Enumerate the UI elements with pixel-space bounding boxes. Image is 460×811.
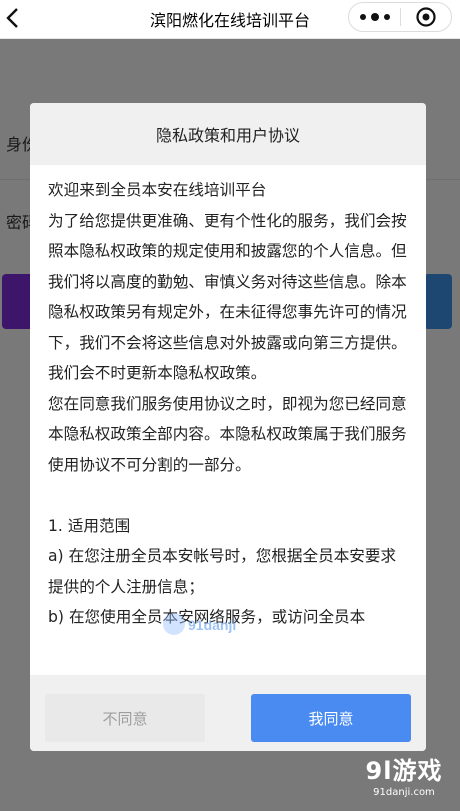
paragraph-welcome: 欢迎来到全员本安在线培训平台 <box>48 181 267 199</box>
paragraph-intro: 为了给您提供更准确、更有个性化的服务，我们会按照本隐私权政策的规定使用和披露您的… <box>48 211 407 383</box>
menu-capsule <box>348 2 452 32</box>
paragraph-blank <box>48 480 408 511</box>
dialog-footer: 不同意 我同意 <box>30 675 426 751</box>
chevron-left-icon <box>6 8 18 28</box>
dialog-header: 隐私政策和用户协议 <box>30 103 426 165</box>
site-watermark: 9l游戏 91danji.com <box>352 756 456 808</box>
agree-button[interactable]: 我同意 <box>251 694 411 742</box>
more-dots-icon <box>359 13 390 21</box>
dialog-content[interactable]: 欢迎来到全员本安在线培训平台 为了给您提供更准确、更有个性化的服务，我们会按照本… <box>48 175 408 677</box>
target-circle-icon <box>416 7 436 27</box>
watermark-logo: 91danji <box>160 610 260 640</box>
back-button[interactable] <box>2 3 24 33</box>
page-title: 滨阳燃化在线培训平台 <box>149 11 310 30</box>
close-miniprogram-button[interactable] <box>401 3 451 31</box>
watermark-url: 91danji.com <box>373 787 435 798</box>
more-button[interactable] <box>349 3 400 31</box>
disagree-button[interactable]: 不同意 <box>45 694 205 742</box>
watermark-logo-icon: 91danji <box>163 613 236 635</box>
paragraph-consent: 您在同意我们服务使用协议之时，即视为您已经同意本隐私权政策全部内容。本隐私权政策… <box>48 394 407 474</box>
section-heading: 1. 适用范围 <box>48 516 131 535</box>
watermark-brand: 9l游戏 <box>365 757 443 785</box>
dialog-title: 隐私政策和用户协议 <box>155 126 300 145</box>
watermark-text: 91danji <box>188 617 236 633</box>
top-nav-bar: 滨阳燃化在线培训平台 <box>0 0 460 39</box>
privacy-dialog: 隐私政策和用户协议 欢迎来到全员本安在线培训平台 为了给您提供更准确、更有个性化… <box>30 103 426 751</box>
clause-a: a) 在您注册全员本安帐号时，您根据全员本安要求提供的个人注册信息； <box>48 547 397 596</box>
